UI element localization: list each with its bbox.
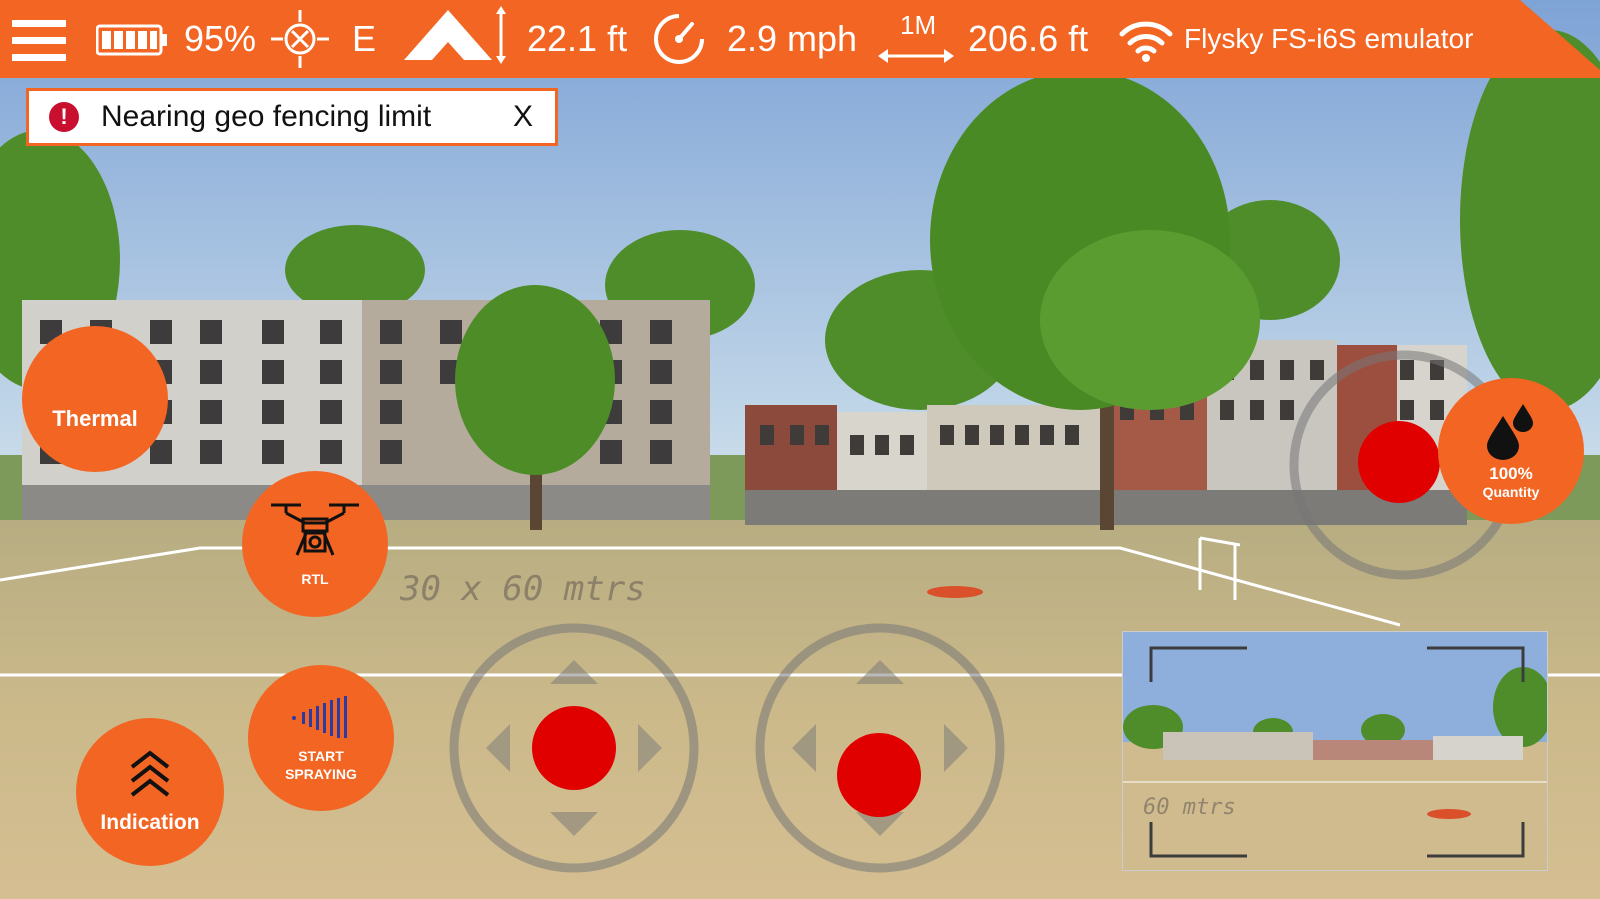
battery-percent: 95% bbox=[184, 18, 257, 59]
left-joystick-knob[interactable] bbox=[532, 706, 616, 790]
quantity-label: Quantity bbox=[1482, 484, 1540, 500]
indication-button[interactable]: Indication bbox=[76, 718, 224, 866]
mountain-altitude-icon bbox=[402, 6, 506, 66]
speedometer-icon bbox=[652, 12, 706, 66]
hamburger-icon[interactable] bbox=[12, 18, 68, 62]
drone-icon bbox=[271, 503, 359, 556]
crosshair-icon bbox=[270, 8, 330, 70]
right-joystick-knob[interactable] bbox=[837, 733, 921, 817]
altitude-readout: 22.1 ft bbox=[527, 18, 628, 59]
droplets-icon bbox=[1487, 404, 1533, 460]
top-status-bar: 95% E 22.1 ft 2.9 mph 1M 206.6 ft Flysky… bbox=[0, 0, 1600, 78]
start-spraying-label-2: SPRAYING bbox=[285, 766, 357, 782]
indication-label: Indication bbox=[100, 811, 200, 834]
pip-field-label: 60 mtrs bbox=[1143, 795, 1236, 820]
rtl-label: RTL bbox=[301, 571, 329, 587]
rtl-button[interactable]: RTL bbox=[242, 471, 388, 617]
thermal-button[interactable]: Thermal bbox=[22, 326, 168, 472]
close-alert-button[interactable]: X bbox=[513, 100, 533, 134]
spray-icon bbox=[292, 696, 347, 738]
field-label: 30 x 60 mtrs bbox=[399, 569, 646, 609]
controller-name: Flysky FS-i6S emulator bbox=[1184, 23, 1474, 54]
speed-readout: 2.9 mph bbox=[727, 18, 858, 59]
alert-message: Nearing geo fencing limit bbox=[101, 100, 432, 133]
heading-readout: E bbox=[352, 18, 377, 59]
exclamation-icon: ! bbox=[49, 102, 79, 132]
quantity-button[interactable]: 100% Quantity bbox=[1438, 378, 1584, 524]
distance-readout: 206.6 ft bbox=[968, 18, 1089, 59]
wifi-icon bbox=[1118, 18, 1174, 62]
thermal-label: Thermal bbox=[52, 406, 138, 431]
quantity-percent: 100% bbox=[1489, 464, 1533, 483]
distance-scale-label: 1M bbox=[900, 10, 937, 40]
battery-icon bbox=[96, 24, 168, 56]
start-spraying-button[interactable]: START SPRAYING bbox=[248, 665, 394, 811]
geofence-alert: ! Nearing geo fencing limit X bbox=[26, 88, 558, 146]
chevrons-up-icon bbox=[130, 750, 170, 797]
aux-joystick-knob[interactable] bbox=[1358, 421, 1440, 503]
start-spraying-label-1: START bbox=[298, 748, 344, 764]
camera-preview[interactable]: 60 mtrs bbox=[1122, 631, 1548, 871]
